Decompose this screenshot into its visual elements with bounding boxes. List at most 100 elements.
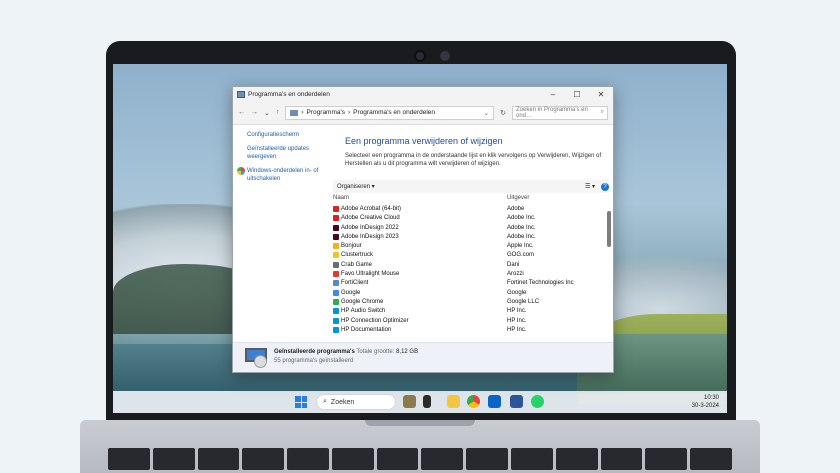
search-input[interactable]: Zoeken in Programma's en ond… ⌕ bbox=[512, 105, 608, 120]
program-name: Adobe InDesign 2022 bbox=[341, 224, 399, 231]
chevron-down-icon[interactable]: ⌄ bbox=[264, 109, 270, 117]
keyboard-key bbox=[197, 448, 240, 470]
keyboard bbox=[108, 448, 732, 473]
view-options-icon[interactable]: ☰ ▾ bbox=[585, 183, 595, 190]
page-description: Selecteer een programma in de onderstaan… bbox=[345, 153, 602, 167]
program-icon bbox=[333, 261, 339, 268]
column-header-name[interactable]: Naam bbox=[333, 195, 349, 201]
keyboard-key bbox=[511, 448, 553, 470]
list-item[interactable]: Adobe InDesign 2022 Adobe Inc. bbox=[329, 224, 605, 233]
widgets-icon[interactable] bbox=[403, 395, 416, 408]
program-name: Clustertruck bbox=[341, 252, 374, 259]
window-app-icon bbox=[237, 90, 245, 98]
program-name: Adobe Creative Cloud bbox=[341, 215, 400, 222]
details-size-label: Totale grootte: bbox=[356, 349, 395, 355]
program-icon bbox=[333, 215, 339, 222]
program-icon bbox=[333, 206, 339, 212]
program-publisher: Adobe bbox=[507, 206, 525, 212]
program-name: Bonjour bbox=[341, 243, 362, 250]
title-bar: Programma's en onderdelen – ☐ ✕ bbox=[233, 87, 613, 101]
shield-icon bbox=[237, 167, 245, 175]
task-view-icon[interactable] bbox=[423, 395, 431, 408]
program-publisher: HP Inc. bbox=[507, 317, 527, 324]
list-item[interactable]: Adobe InDesign 2023 Adobe Inc. bbox=[329, 233, 605, 242]
address-field[interactable]: › Programma's › Programma's en onderdele… bbox=[285, 105, 495, 120]
keyboard-key bbox=[376, 448, 419, 470]
up-arrow-icon[interactable]: ↑ bbox=[276, 109, 280, 116]
program-name: Google bbox=[341, 289, 361, 296]
keyboard-key bbox=[108, 448, 150, 470]
keyboard-key bbox=[287, 448, 329, 470]
list-item[interactable]: HP Connection Optimizer HP Inc. bbox=[329, 317, 605, 326]
details-count: 55 programma's geïnstalleerd bbox=[274, 358, 354, 364]
program-icon bbox=[333, 243, 339, 250]
maximize-button[interactable]: ☐ bbox=[565, 90, 589, 99]
list-item[interactable]: Adobe Creative Cloud Adobe Inc. bbox=[329, 214, 605, 223]
close-button[interactable]: ✕ bbox=[589, 90, 613, 99]
list-item[interactable]: HP Audio Switch HP Inc. bbox=[329, 307, 605, 316]
word-icon[interactable] bbox=[510, 395, 523, 408]
organize-button[interactable]: Organiseren ▾ bbox=[337, 183, 375, 190]
address-dropdown-icon[interactable]: ⌄ bbox=[484, 109, 489, 117]
window-title: Programma's en onderdelen bbox=[248, 90, 330, 98]
search-icon: ⌕ bbox=[600, 109, 604, 115]
list-item[interactable]: FortiClient Fortinet Technologies Inc bbox=[329, 279, 605, 288]
webcam bbox=[414, 50, 426, 62]
program-publisher: Google LLC bbox=[507, 298, 540, 305]
program-icon bbox=[333, 233, 339, 240]
chrome-icon[interactable] bbox=[467, 395, 480, 408]
minimize-button[interactable]: – bbox=[541, 90, 565, 99]
clock[interactable]: 10:30 30-3-2024 bbox=[692, 394, 719, 410]
taskbar: ⌕ Zoeken 10:30 30-3-2024 bbox=[113, 391, 727, 413]
program-publisher: Dani bbox=[507, 261, 520, 268]
file-explorer-icon[interactable] bbox=[447, 395, 460, 408]
help-icon[interactable]: ? bbox=[601, 182, 609, 191]
list-item[interactable]: Favo Ultralight Mouse Arozzi bbox=[329, 270, 605, 279]
sidebar-item-windows-features[interactable]: Windows-onderdelen in- of uitschakelen bbox=[237, 167, 329, 183]
program-icon bbox=[333, 224, 339, 231]
program-icon bbox=[333, 317, 339, 324]
forward-arrow-icon[interactable]: → bbox=[251, 109, 258, 116]
keyboard-key bbox=[555, 448, 598, 470]
program-publisher: Adobe Inc. bbox=[507, 215, 536, 222]
program-publisher: Google bbox=[507, 289, 527, 296]
breadcrumb-separator: › bbox=[301, 109, 304, 116]
sidebar-item-control-panel[interactable]: Configuratiescherm bbox=[247, 131, 329, 139]
program-publisher: Adobe Inc. bbox=[507, 233, 536, 240]
outlook-icon[interactable] bbox=[488, 395, 501, 408]
taskbar-search[interactable]: ⌕ Zoeken bbox=[316, 394, 396, 410]
program-icon bbox=[333, 326, 339, 333]
breadcrumb-programs[interactable]: Programma's bbox=[307, 109, 345, 116]
program-name: HP Connection Optimizer bbox=[341, 317, 409, 324]
keyboard-key bbox=[152, 448, 195, 470]
keyboard-key bbox=[242, 448, 285, 470]
details-size-value: 8,12 GB bbox=[396, 349, 419, 355]
list-item[interactable]: Clustertruck GOG.com bbox=[329, 251, 605, 260]
list-item[interactable]: Bonjour Apple Inc. bbox=[329, 242, 605, 251]
clock-time: 10:30 bbox=[703, 395, 719, 401]
windows-start-icon[interactable] bbox=[295, 396, 307, 408]
program-name: FortiClient bbox=[341, 280, 369, 287]
sidebar-item-installed-updates[interactable]: Geïnstalleerde updates weergeven bbox=[247, 145, 329, 161]
address-bar: ← → ⌄ ↑ › Programma's › Programma's en o… bbox=[233, 101, 613, 125]
breadcrumb-programs-features[interactable]: Programma's en onderdelen bbox=[353, 109, 435, 116]
refresh-icon[interactable]: ↻ bbox=[500, 109, 506, 117]
list-item[interactable]: Google Chrome Google LLC bbox=[329, 298, 605, 307]
list-header: Naam Uitgever bbox=[329, 195, 603, 204]
list-item[interactable]: HP Documentation HP Inc. bbox=[329, 326, 605, 335]
keyboard-key bbox=[421, 448, 464, 470]
keyboard-key bbox=[600, 448, 643, 470]
installed-programs-icon bbox=[245, 346, 267, 368]
clock-date: 30-3-2024 bbox=[691, 403, 719, 409]
programs-and-features-window: Programma's en onderdelen – ☐ ✕ ← → ⌄ ↑ … bbox=[232, 86, 614, 373]
program-publisher: Apple Inc. bbox=[507, 243, 534, 250]
list-item[interactable]: Adobe Acrobat (64-bit) Adobe bbox=[329, 205, 605, 214]
search-placeholder: Zoeken in Programma's en ond… bbox=[516, 106, 588, 119]
back-arrow-icon[interactable]: ← bbox=[238, 109, 245, 116]
list-item[interactable]: Google Google bbox=[329, 289, 605, 298]
list-item[interactable]: Crab Game Dani bbox=[329, 261, 605, 270]
scrollbar-thumb[interactable] bbox=[607, 211, 611, 247]
programs-window-icon[interactable] bbox=[533, 395, 546, 408]
program-icon bbox=[333, 271, 339, 278]
column-header-publisher[interactable]: Uitgever bbox=[507, 195, 529, 201]
